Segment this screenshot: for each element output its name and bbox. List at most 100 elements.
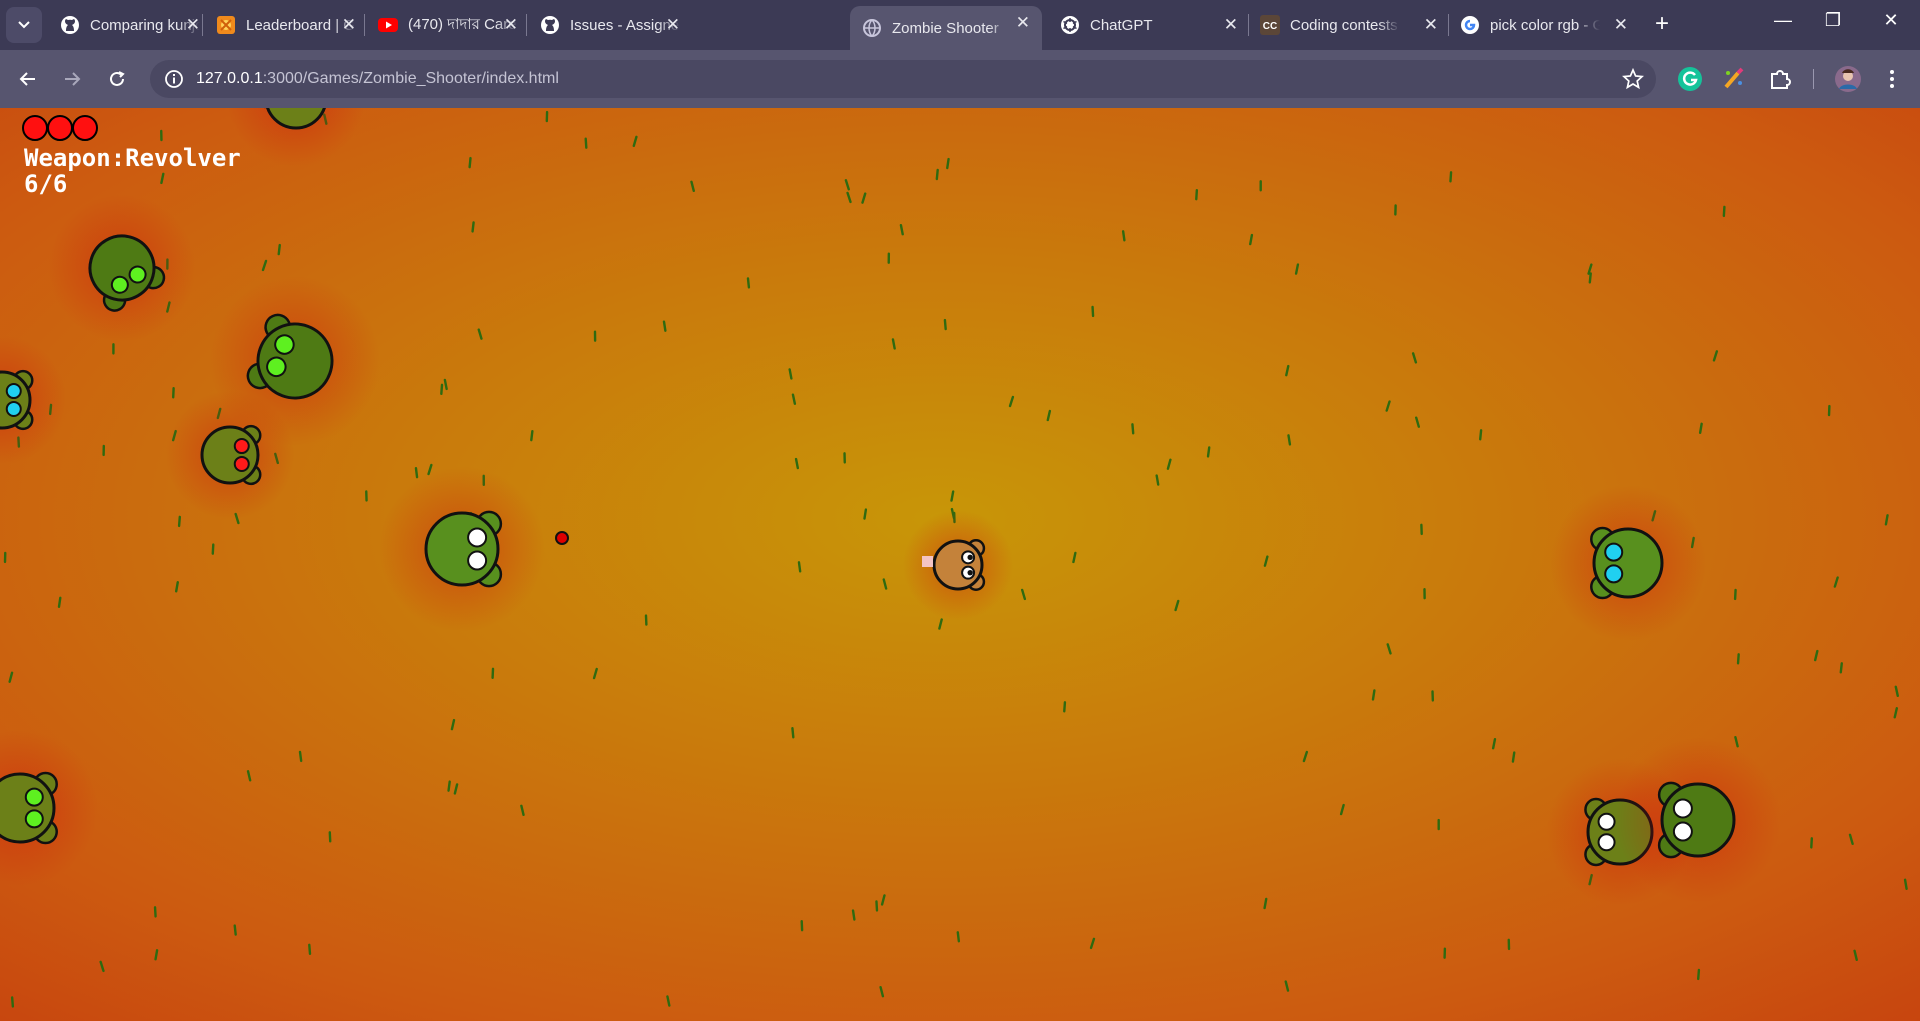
game-scene [0,108,1908,1008]
creature-body [0,772,56,844]
grass-tuft [1063,701,1067,713]
grass-tuft [233,924,237,936]
game-canvas[interactable]: Weapon:Revolver 6/6 [0,108,1920,1021]
grass-tuft [863,508,868,520]
creature-eye [1597,833,1616,852]
grass-tuft [1810,837,1814,849]
grass-tuft [1893,707,1899,719]
url-host: 127.0.0.1 [196,70,263,87]
tab-pick-color[interactable]: pick color rgb - G ✕ [1450,8,1640,42]
restore-window-button[interactable]: ❐ [1810,10,1856,31]
address-bar[interactable]: 127.0.0.1:3000/Games/Zombie_Shooter/inde… [150,60,1656,98]
back-button[interactable] [12,63,44,95]
grass-tuft [1894,685,1899,698]
minimize-icon: — [1774,10,1792,30]
grass-tuft [899,224,904,236]
grass-tuft [1091,305,1095,318]
bookmark-star-icon[interactable] [1622,68,1644,90]
creature-eye [233,438,250,455]
close-window-button[interactable]: ✕ [1868,10,1914,31]
grass-tuft [1734,736,1739,748]
tab-title: Issues - Assigned [570,16,680,34]
grass-tuft [1853,949,1858,962]
minimize-window-button[interactable]: — [1760,10,1806,31]
grass-tuft [851,909,856,921]
close-tab-icon[interactable]: ✕ [1614,15,1628,35]
tab-youtube[interactable]: (470) দাদার Care ✕ [368,8,530,42]
grass-tuft [308,943,312,956]
close-tab-icon[interactable]: ✕ [1224,15,1238,35]
arrow-left-icon [19,72,35,86]
grass-tuft [861,192,867,204]
grass-tuft [10,996,15,1008]
grass-tuft [797,561,802,573]
tab-leaderboard[interactable]: Leaderboard | Gi ✕ [206,8,368,42]
close-tab-icon[interactable]: ✕ [342,15,356,35]
tab-comparing[interactable]: Comparing kunjo ✕ [50,8,212,42]
grass-tuft [791,727,795,739]
close-tab-icon[interactable]: ✕ [666,15,680,35]
weapon-info: Weapon:Revolver 6/6 [24,145,241,197]
grass-tuft [1284,980,1290,992]
restore-icon: ❐ [1824,10,1842,30]
tab-zombie-shooter[interactable]: Zombie Shooter ✕ [850,6,1042,50]
reload-button[interactable] [101,63,133,95]
grass-tuft [1415,416,1421,428]
creature-eye [233,455,250,472]
grass-tuft [592,667,598,680]
grass-tuft [1698,422,1703,434]
grass-tuft [1302,750,1309,763]
color-picker-extension-icon[interactable] [1720,65,1748,93]
profile-avatar[interactable] [1834,65,1862,93]
creature-eye [5,400,22,417]
grass-tuft [662,320,667,332]
site-info-icon[interactable] [164,69,184,89]
close-tab-icon[interactable]: ✕ [1424,15,1438,35]
grass-tuft [414,466,419,479]
creature-eye [467,550,488,571]
grass-tuft [891,338,896,350]
grass-tuft [1195,188,1199,201]
grass-tuft [943,318,947,331]
tab-search-dropdown-button[interactable] [6,7,42,43]
extensions-puzzle-icon[interactable] [1766,65,1794,93]
grass-tuft [584,137,588,149]
grass-tuft [1131,423,1135,435]
forward-button[interactable] [56,63,88,95]
life-heart [47,115,73,141]
grass-tuft [1020,588,1027,601]
creature-eye [24,787,44,807]
weapon-label: Weapon: [24,144,126,172]
grass-tuft [1449,171,1453,183]
arrow-right-icon [65,72,81,86]
grass-tuft [453,783,459,795]
tab-chatgpt[interactable]: ChatGPT ✕ [1050,8,1250,42]
new-tab-button[interactable]: + [1648,10,1676,38]
grass-tuft [1339,803,1345,816]
tab-coding-contests[interactable]: CC Coding contests ✕ [1250,8,1450,42]
grass-tuft [1174,599,1180,612]
grammarly-icon[interactable] [1676,65,1704,93]
weapon-name: Revolver [125,144,241,172]
tab-title: Zombie Shooter [892,19,999,37]
url-text[interactable]: 127.0.0.1:3000/Games/Zombie_Shooter/inde… [196,70,559,88]
reload-icon [110,71,125,86]
creature-eye [1597,812,1616,831]
tab-title: (470) দাদার Care [408,15,517,33]
close-tab-icon[interactable]: ✕ [504,15,518,35]
close-tab-icon[interactable]: ✕ [186,15,200,35]
browser-menu-button[interactable] [1876,63,1908,95]
chatgpt-icon [1061,16,1079,34]
ammo-count: 6/6 [24,170,68,198]
grass-tuft [246,770,252,782]
close-tab-icon[interactable]: ✕ [1016,13,1030,33]
creature-eye [1604,564,1624,584]
creature-pupil [967,569,973,576]
grass-tuft [1479,429,1483,441]
grass-tuft [846,191,852,204]
tab-title: Comparing kunjo [90,16,200,34]
tab-issues[interactable]: Issues - Assigned ✕ [530,8,692,42]
life-heart [22,115,48,141]
globe-icon [863,19,881,38]
creature-eye [1672,821,1693,842]
